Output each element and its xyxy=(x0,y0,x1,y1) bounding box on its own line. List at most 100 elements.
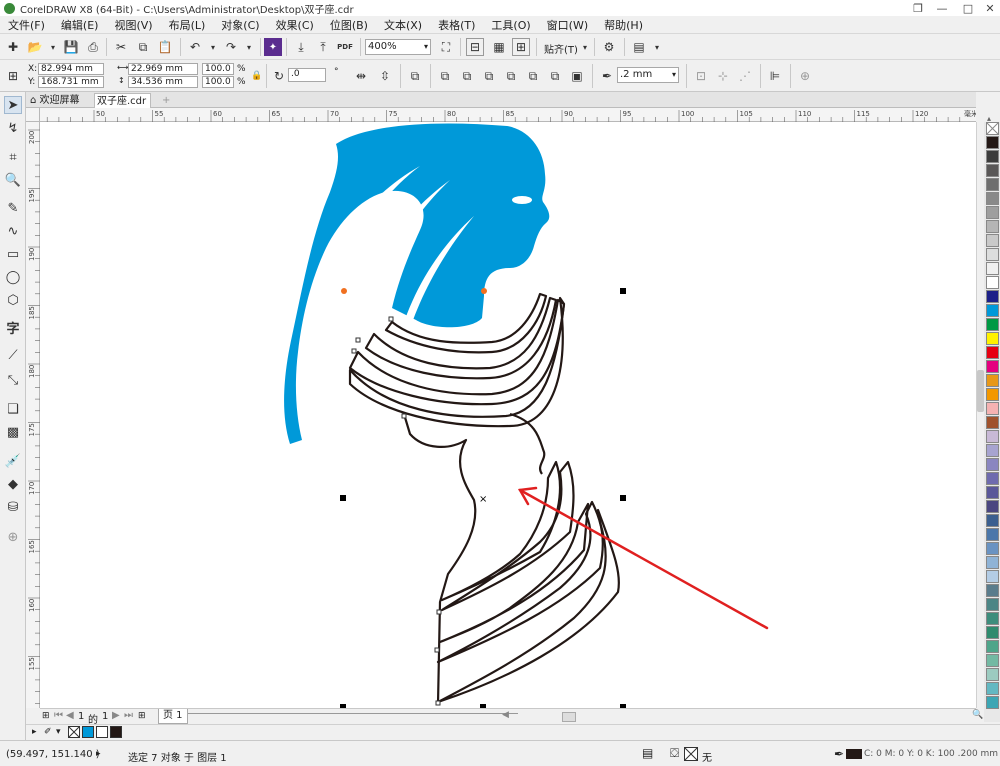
drop-shadow-icon[interactable]: ❑ xyxy=(4,400,22,418)
page-tab[interactable]: 页 1 xyxy=(158,709,188,724)
palette-swatch[interactable] xyxy=(986,598,999,611)
smart-fill-icon[interactable]: ⛁ xyxy=(4,498,22,516)
horizontal-scroll-thumb[interactable] xyxy=(562,712,576,722)
snap-to-menu[interactable]: 贴齐(T) xyxy=(544,41,578,56)
add-property-icon[interactable]: ⊕ xyxy=(796,67,814,85)
cut-icon[interactable]: ✂ xyxy=(112,38,130,56)
palette-swatch[interactable] xyxy=(986,402,999,415)
palette-swatch[interactable] xyxy=(986,262,999,275)
doc-swatch-none[interactable] xyxy=(68,726,80,738)
palette-swatch[interactable] xyxy=(986,248,999,261)
palette-swatch[interactable] xyxy=(986,360,999,373)
palette-swatch[interactable] xyxy=(986,542,999,555)
palette-swatch[interactable] xyxy=(986,640,999,653)
new-tab-button[interactable]: + xyxy=(160,93,174,108)
palette-swatch[interactable] xyxy=(986,136,999,149)
palette-swatch[interactable] xyxy=(986,444,999,457)
rectangle-tool-icon[interactable]: ▭ xyxy=(4,245,22,263)
ruler-origin[interactable] xyxy=(26,108,40,122)
tab-document[interactable]: 双子座.cdr xyxy=(94,93,152,108)
vertical-scrollbar[interactable] xyxy=(976,122,984,708)
y-position-field[interactable]: 168.731 mm xyxy=(38,76,104,88)
redo-icon[interactable]: ↷ xyxy=(222,38,240,56)
first-page-icon[interactable]: ⏮ xyxy=(54,710,63,721)
align-distribute-icon[interactable]: ⊫ xyxy=(766,67,784,85)
create-boundary-icon[interactable]: ▣ xyxy=(568,67,586,85)
paste-icon[interactable]: 📋 xyxy=(156,38,174,56)
palette-swatch[interactable] xyxy=(986,556,999,569)
redo-dropdown-icon[interactable]: ▾ xyxy=(240,38,258,56)
x-position-field[interactable]: 82.994 mm xyxy=(38,63,104,75)
palette-swatch[interactable] xyxy=(986,486,999,499)
vertical-ruler[interactable]: 200 195 190 185 180 175 170 165 160 155 xyxy=(26,122,40,708)
height-field[interactable]: 34.536 mm xyxy=(128,76,198,88)
palette-menu-icon[interactable]: ▸ xyxy=(32,727,37,737)
undo-icon[interactable]: ↶ xyxy=(186,38,204,56)
prev-page-icon[interactable]: ◀ xyxy=(66,710,74,721)
doc-swatch-blue[interactable] xyxy=(82,726,94,738)
menu-text[interactable]: 文本(X) xyxy=(376,17,430,33)
scale-height-field[interactable]: 100.0 xyxy=(202,76,234,88)
palette-dropdown-icon[interactable]: ▾ xyxy=(56,727,61,737)
menu-tools[interactable]: 工具(O) xyxy=(483,17,538,33)
scale-width-field[interactable]: 100.0 xyxy=(202,63,234,75)
palette-swatch[interactable] xyxy=(986,626,999,639)
convert-to-curves-icon[interactable]: ⊹ xyxy=(714,67,732,85)
palette-swatch[interactable] xyxy=(986,514,999,527)
show-guidelines-icon[interactable]: ⊞ xyxy=(512,38,530,56)
shape-tool-icon[interactable]: ↯ xyxy=(4,119,22,137)
connector-tool-icon[interactable]: ⤡ xyxy=(4,371,22,389)
mirror-vertical-icon[interactable]: ⇳ xyxy=(376,67,394,85)
zoom-navigator-icon[interactable]: 🔍 xyxy=(972,710,983,720)
parallel-dimension-icon[interactable]: ⟋ xyxy=(4,346,22,364)
palette-swatch[interactable] xyxy=(986,192,999,205)
interactive-fill-icon[interactable]: ◆ xyxy=(4,475,22,493)
show-rulers-icon[interactable]: ⊟ xyxy=(466,38,484,56)
palette-swatch[interactable] xyxy=(986,696,999,709)
palette-swatch[interactable] xyxy=(986,584,999,597)
back-minus-front-icon[interactable]: ⧉ xyxy=(546,67,564,85)
next-page-icon[interactable]: ▶ xyxy=(112,710,120,721)
snap-dropdown-icon[interactable]: ▾ xyxy=(576,38,594,56)
status-expand-icon[interactable]: ▸ xyxy=(96,749,101,759)
drawing-canvas[interactable]: × xyxy=(40,122,976,708)
full-screen-icon[interactable]: ⛶ xyxy=(437,38,455,56)
import-icon[interactable]: ⤓ xyxy=(292,38,310,56)
drawing-artwork[interactable]: × xyxy=(40,122,976,708)
restore-icon[interactable]: ❐ xyxy=(906,0,930,16)
add-tool-icon[interactable]: ⊕ xyxy=(4,528,22,546)
last-page-icon[interactable]: ⏭ xyxy=(124,710,133,721)
menu-view[interactable]: 视图(V) xyxy=(106,17,160,33)
zoom-tool-icon[interactable]: 🔍 xyxy=(4,171,22,189)
outline-width-select[interactable]: .2 mm ▾ xyxy=(617,67,679,83)
zoom-level-select[interactable]: 400% ▾ xyxy=(365,39,431,55)
doc-swatch-white[interactable] xyxy=(96,726,108,738)
palette-swatch[interactable] xyxy=(986,206,999,219)
eyedropper-icon[interactable]: ✐ xyxy=(44,727,52,737)
break-apart-icon[interactable]: ⋰ xyxy=(736,67,754,85)
palette-swatch[interactable] xyxy=(986,472,999,485)
ellipse-tool-icon[interactable]: ◯ xyxy=(4,268,22,286)
weld-icon[interactable]: ⧉ xyxy=(436,67,454,85)
scroll-left-icon[interactable]: ◀ xyxy=(502,710,509,720)
minimize-button[interactable]: — xyxy=(930,0,954,16)
palette-swatch[interactable] xyxy=(986,430,999,443)
show-grid-icon[interactable]: ▦ xyxy=(490,38,508,56)
width-field[interactable]: 22.969 mm xyxy=(128,63,198,75)
palette-swatch[interactable] xyxy=(986,374,999,387)
palette-swatch[interactable] xyxy=(986,178,999,191)
horizontal-ruler[interactable]: 50 55 60 65 70 75 80 85 90 95 100 105 110 115 120 毫米 xyxy=(26,108,978,122)
outline-pen-icon[interactable]: ✒ xyxy=(834,747,844,761)
menu-file[interactable]: 文件(F) xyxy=(0,17,53,33)
simplify-icon[interactable]: ⧉ xyxy=(502,67,520,85)
publish-pdf-icon[interactable]: PDF xyxy=(336,38,354,56)
pick-tool-icon[interactable]: ➤ xyxy=(4,96,22,114)
close-button[interactable]: ✕ xyxy=(978,0,1000,16)
palette-swatch[interactable] xyxy=(986,150,999,163)
trim-icon[interactable]: ⧉ xyxy=(458,67,476,85)
search-content-icon[interactable]: ✦ xyxy=(264,38,282,56)
menu-bitmaps[interactable]: 位图(B) xyxy=(322,17,376,33)
object-origin-icon[interactable]: ⊞ xyxy=(4,67,22,85)
print-icon[interactable]: ⎙ xyxy=(84,38,102,56)
palette-swatch[interactable] xyxy=(986,612,999,625)
